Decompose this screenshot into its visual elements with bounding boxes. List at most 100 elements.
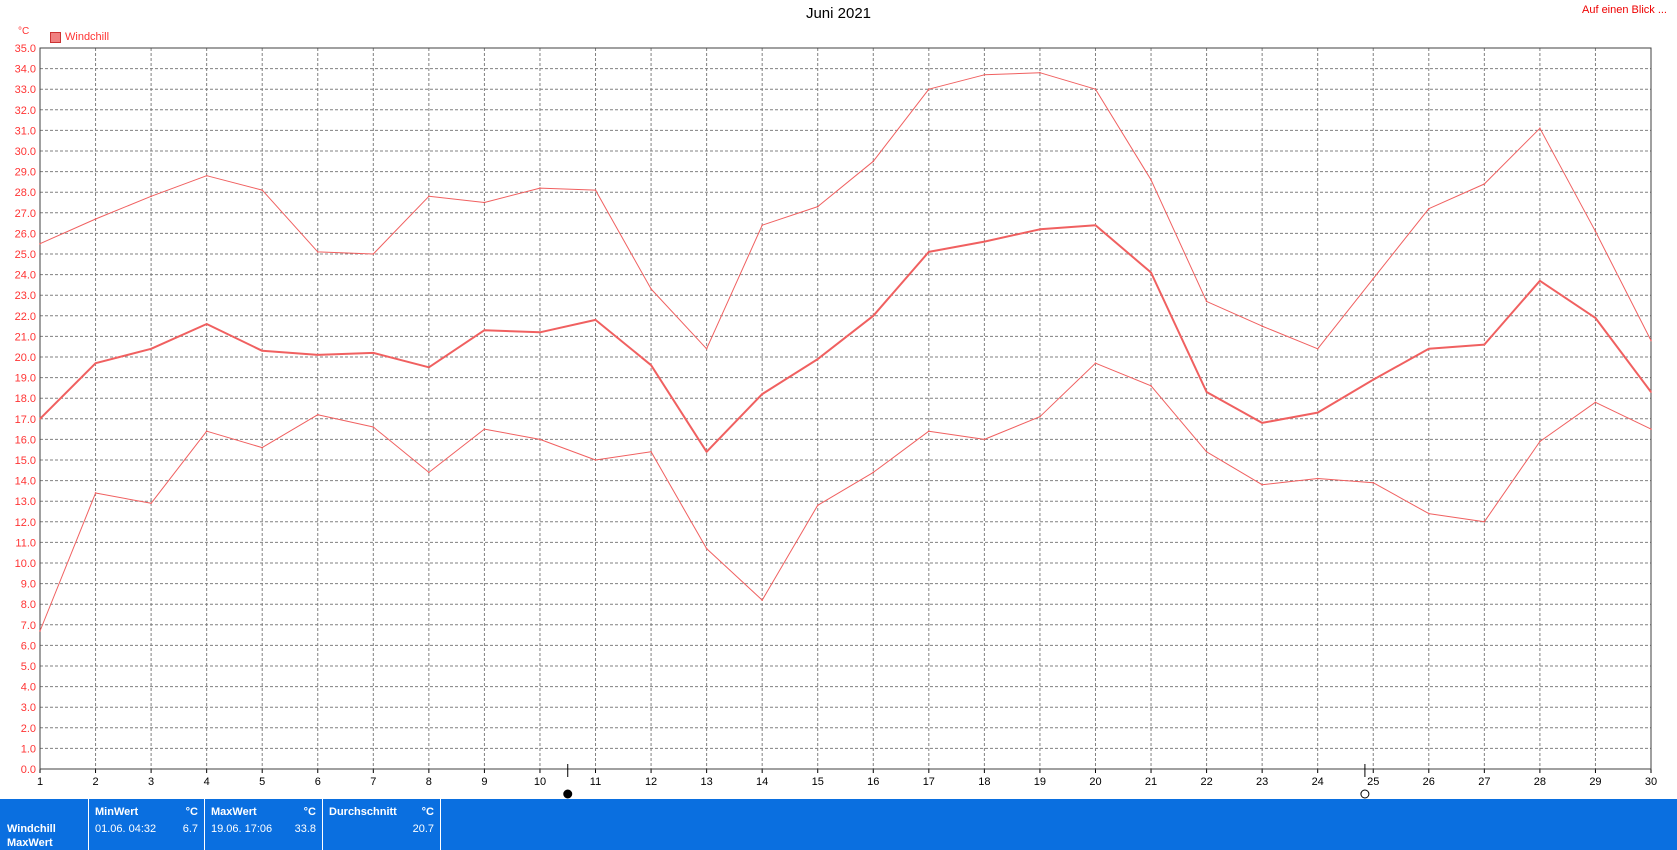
- x-tick-label: 26: [1423, 776, 1435, 788]
- data-point-avg: [594, 319, 597, 321]
- x-tick-label: 3: [148, 776, 154, 788]
- y-tick-label: 5.0: [21, 661, 36, 673]
- data-point-avg: [816, 358, 819, 360]
- data-point-min: [1039, 415, 1041, 418]
- data-point-avg: [372, 352, 375, 354]
- y-tick-label: 3.0: [21, 702, 36, 714]
- data-point-max: [539, 187, 541, 189]
- data-point-avg: [1150, 271, 1152, 274]
- data-point-avg: [261, 350, 264, 352]
- x-tick-label: 12: [645, 776, 657, 788]
- x-tick-label: 28: [1534, 776, 1546, 788]
- y-tick-label: 15.0: [15, 455, 36, 467]
- x-tick-label: 16: [867, 776, 879, 788]
- data-point-avg: [1205, 391, 1208, 393]
- data-point-min: [261, 446, 264, 449]
- data-point-min: [94, 492, 97, 494]
- stats-avg-cell: Durchschnitt °C 20.7: [323, 799, 441, 850]
- data-point-max: [1539, 127, 1541, 130]
- y-tick-label: 29.0: [15, 167, 36, 179]
- data-point-max: [1594, 230, 1597, 233]
- x-tick-label: 4: [204, 776, 210, 788]
- data-point-min: [594, 459, 597, 461]
- y-tick-label: 9.0: [21, 579, 36, 591]
- data-point-avg: [1094, 224, 1097, 226]
- y-tick-label: 6.0: [21, 640, 36, 652]
- data-point-avg: [316, 354, 319, 356]
- data-point-min: [872, 471, 875, 474]
- data-point-avg: [1427, 347, 1430, 350]
- y-tick-label: 27.0: [15, 208, 36, 220]
- x-tick-label: 2: [92, 776, 98, 788]
- y-tick-label: 13.0: [15, 496, 36, 508]
- data-point-max: [705, 347, 708, 350]
- x-tick-label: 19: [1034, 776, 1046, 788]
- data-point-min: [1427, 512, 1430, 515]
- x-tick-label: 9: [481, 776, 487, 788]
- y-tick-label: 32.0: [15, 105, 36, 117]
- x-tick-label: 22: [1200, 776, 1212, 788]
- data-point-avg: [1039, 228, 1041, 231]
- y-tick-label: 7.0: [21, 620, 36, 632]
- data-point-max: [94, 218, 97, 220]
- data-point-min: [428, 471, 430, 474]
- y-tick-label: 25.0: [15, 249, 36, 261]
- marker-filled-circle: [563, 789, 573, 799]
- y-tick-label: 24.0: [15, 270, 36, 282]
- stats-min-cell: MinWert °C 01.06. 04:32 6.7: [89, 799, 205, 850]
- x-tick-label: 27: [1478, 776, 1490, 788]
- stats-avg-value: 20.7: [412, 823, 434, 835]
- x-tick-label: 25: [1367, 776, 1379, 788]
- data-point-min: [1372, 481, 1375, 484]
- x-tick-label: 8: [426, 776, 432, 788]
- data-point-max: [928, 88, 930, 90]
- stats-min-value: 6.7: [182, 823, 198, 835]
- x-tick-label: 14: [756, 776, 768, 788]
- x-tick-label: 21: [1145, 776, 1157, 788]
- y-tick-label: 12.0: [15, 517, 36, 529]
- plot-frame: [39, 47, 1652, 770]
- data-point-min: [39, 630, 41, 632]
- data-point-max: [150, 195, 152, 198]
- y-tick-label: 18.0: [15, 393, 36, 405]
- data-point-min: [983, 438, 986, 441]
- stats-row-label: MaxWert: [7, 837, 53, 849]
- y-tick-label: 33.0: [15, 84, 36, 96]
- data-point-max: [261, 189, 264, 191]
- data-point-avg: [1483, 343, 1486, 346]
- y-tick-label: 23.0: [15, 290, 36, 302]
- x-tick-label: 17: [923, 776, 935, 788]
- series-line-avg: [39, 224, 1652, 453]
- data-point-avg: [928, 251, 930, 253]
- data-point-min: [1539, 440, 1541, 443]
- y-tick-label: 26.0: [15, 228, 36, 240]
- y-tick-label: 1.0: [21, 743, 36, 755]
- x-tick-label: 6: [315, 776, 321, 788]
- x-tick-label: 24: [1312, 776, 1324, 788]
- data-point-max: [1316, 347, 1319, 350]
- data-point-min: [1150, 385, 1152, 387]
- series-line-max: [39, 72, 1652, 350]
- stats-row-label: Windchill: [7, 823, 56, 835]
- y-tick-label: 34.0: [15, 64, 36, 76]
- data-point-max: [316, 251, 319, 253]
- stats-avg-unit: °C: [421, 806, 434, 818]
- data-point-max: [205, 174, 208, 177]
- data-point-avg: [1261, 422, 1263, 424]
- data-point-max: [372, 253, 375, 255]
- y-tick-label: 10.0: [15, 558, 36, 570]
- data-point-min: [372, 426, 375, 428]
- data-point-avg: [1594, 317, 1597, 319]
- y-tick-label: 19.0: [15, 373, 36, 385]
- data-point-min: [650, 450, 652, 453]
- data-point-max: [1650, 339, 1652, 342]
- data-point-min: [1483, 521, 1486, 523]
- data-point-max: [1261, 325, 1263, 327]
- y-tick-label: 30.0: [15, 146, 36, 158]
- stats-min-unit: °C: [185, 806, 198, 818]
- y-tick-label: 16.0: [15, 434, 36, 446]
- y-tick-label: 28.0: [15, 187, 36, 199]
- data-point-min: [150, 502, 152, 505]
- x-tick-label: 5: [259, 776, 265, 788]
- stats-min-date: 01.06. 04:32: [95, 823, 157, 835]
